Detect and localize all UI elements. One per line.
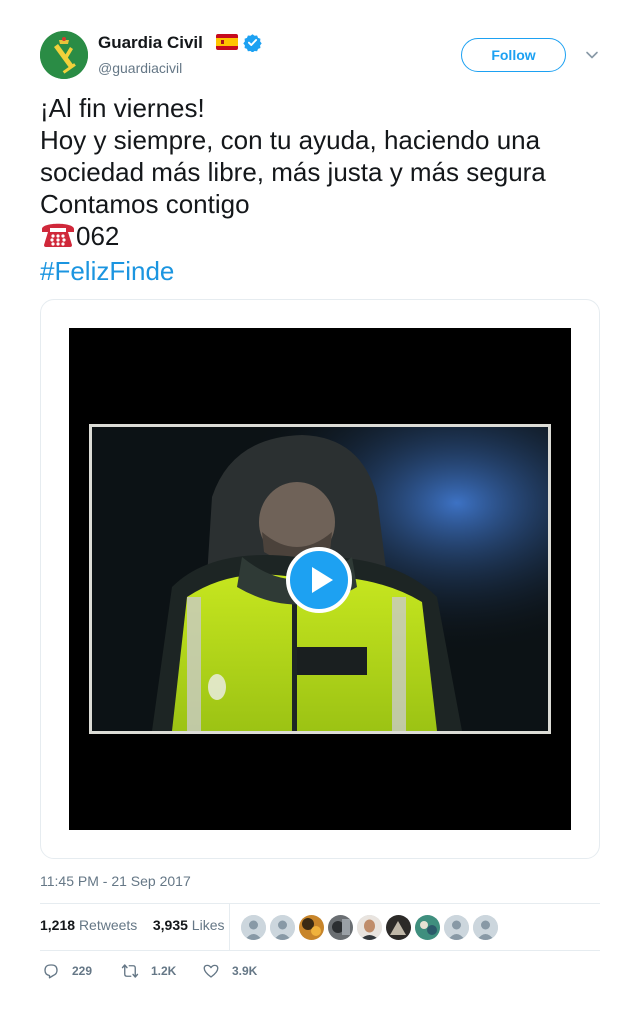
reply-count: 229 bbox=[72, 964, 93, 978]
heart-icon bbox=[203, 964, 219, 978]
liker-avatar[interactable] bbox=[299, 915, 324, 940]
liker-avatar[interactable] bbox=[444, 915, 469, 940]
display-name[interactable]: Guardia Civil bbox=[98, 33, 203, 53]
tweet-line: sociedad más libre, más justa y más segu… bbox=[40, 157, 546, 187]
telephone-icon bbox=[40, 220, 76, 255]
reply-icon bbox=[44, 964, 58, 979]
retweet-icon bbox=[121, 964, 139, 978]
retweet-count: 1.2K bbox=[151, 964, 177, 978]
liker-avatar[interactable] bbox=[386, 915, 411, 940]
liker-avatars bbox=[241, 915, 502, 940]
tweet-line: Hoy y siempre, con tu ayuda, haciendo un… bbox=[40, 125, 541, 155]
avatar[interactable] bbox=[40, 31, 88, 79]
like-count: 3.9K bbox=[232, 964, 258, 978]
phone-line: 062 bbox=[40, 220, 600, 255]
play-button[interactable] bbox=[286, 547, 352, 613]
like-button[interactable]: 3.9K bbox=[202, 962, 257, 980]
follow-button[interactable]: Follow bbox=[461, 38, 566, 72]
divider bbox=[40, 950, 600, 951]
tweet-timestamp[interactable]: 11:45 PM - 21 Sep 2017 bbox=[40, 873, 191, 889]
caret-down-icon[interactable] bbox=[584, 47, 600, 63]
liker-avatar[interactable] bbox=[270, 915, 295, 940]
reply-button[interactable]: 229 bbox=[42, 962, 92, 980]
likes-label[interactable]: Likes bbox=[192, 917, 225, 933]
tweet-line: Contamos contigo bbox=[40, 189, 250, 219]
liker-avatar[interactable] bbox=[473, 915, 498, 940]
liker-avatar[interactable] bbox=[415, 915, 440, 940]
hashtag-link[interactable]: #FelizFinde bbox=[40, 255, 600, 287]
divider bbox=[40, 903, 600, 904]
retweets-count[interactable]: 1,218 bbox=[40, 917, 75, 933]
handle[interactable]: @guardiacivil bbox=[98, 60, 182, 76]
retweet-button[interactable]: 1.2K bbox=[121, 962, 176, 980]
liker-avatar[interactable] bbox=[241, 915, 266, 940]
verified-badge-icon bbox=[243, 33, 262, 53]
tweet-stats: 1,218 Retweets 3,935 Likes bbox=[40, 917, 224, 933]
spain-flag-icon bbox=[216, 34, 238, 50]
tweet-text: ¡Al fin viernes! Hoy y siempre, con tu a… bbox=[40, 92, 600, 287]
liker-avatar[interactable] bbox=[328, 915, 353, 940]
stats-divider bbox=[229, 904, 230, 950]
tweet-line: ¡Al fin viernes! bbox=[40, 93, 205, 123]
likes-count[interactable]: 3,935 bbox=[153, 917, 188, 933]
liker-avatar[interactable] bbox=[357, 915, 382, 940]
phone-number: 062 bbox=[76, 221, 120, 251]
retweets-label[interactable]: Retweets bbox=[79, 917, 137, 933]
